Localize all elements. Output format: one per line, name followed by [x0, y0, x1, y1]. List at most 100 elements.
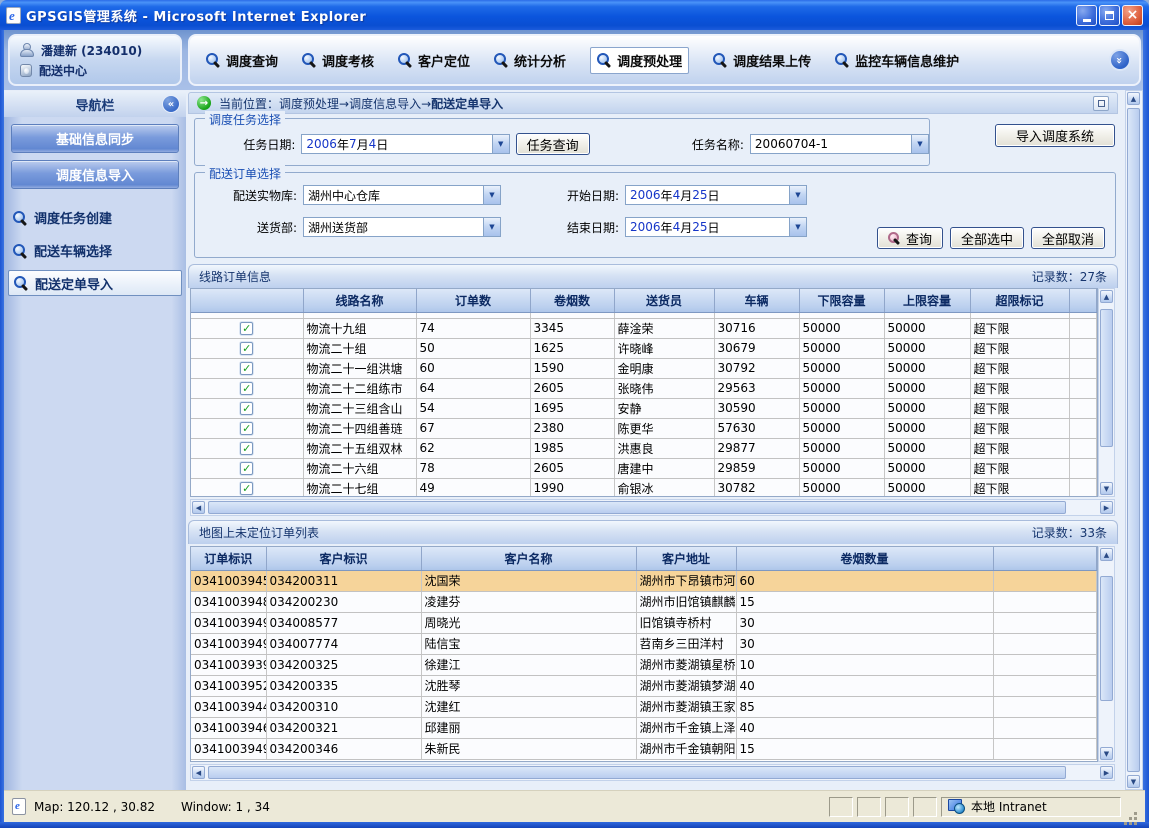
- scrollbar-thumb[interactable]: [1127, 108, 1140, 772]
- scrollbar-thumb[interactable]: [208, 766, 1066, 779]
- order-count-cell: 64: [416, 378, 530, 398]
- warehouse-combobox[interactable]: 湖州中心仓库 ▼: [303, 185, 501, 205]
- scroll-left-icon[interactable]: ◀: [192, 501, 205, 514]
- scrollbar-thumb[interactable]: [1100, 309, 1113, 447]
- unlocated-table-row[interactable]: 034100394690 034200321 邱建丽 湖州市千金镇上泽路 40: [191, 717, 1097, 738]
- top-menu-item[interactable]: 调度预处理: [590, 47, 689, 74]
- unlocated-table-row[interactable]: 034100394926 034200346 朱新民 湖州市千金镇朝阳路80号 …: [191, 738, 1097, 759]
- route-table-row[interactable]: ✓ 物流二十六组 78 2605 唐建中 29859 50000 50000 超…: [191, 458, 1097, 478]
- dropdown-arrow-icon[interactable]: ▼: [492, 135, 509, 153]
- dropdown-arrow-icon[interactable]: ▼: [911, 135, 928, 153]
- breadcrumb-current: 配送定单导入: [431, 97, 503, 111]
- route-table-row[interactable]: ✓ 物流二十七组 49 1990 俞银冰 30782 50000 50000 超…: [191, 478, 1097, 497]
- page-vertical-scrollbar[interactable]: ▲ ▼: [1125, 90, 1143, 790]
- top-menu-item[interactable]: 客户定位: [398, 51, 470, 70]
- scroll-up-icon[interactable]: ▲: [1100, 290, 1113, 303]
- top-menu-item[interactable]: 调度考核: [302, 51, 374, 70]
- top-menu-item[interactable]: 监控车辆信息维护: [835, 51, 959, 70]
- top-menu-item[interactable]: 统计分析: [494, 51, 566, 70]
- scroll-down-icon[interactable]: ▼: [1100, 747, 1113, 760]
- delivery-dept-label: 送货部:: [211, 219, 297, 236]
- customer-id-cell: 034200321: [266, 717, 421, 738]
- window-border-right: [1143, 30, 1149, 828]
- scroll-right-icon[interactable]: ▶: [1100, 766, 1113, 779]
- sidebar-collapse-button[interactable]: «: [162, 95, 180, 113]
- route-table-row[interactable]: ✓ 物流二十三组含山 54 1695 安静 30590 50000 50000 …: [191, 398, 1097, 418]
- scroll-right-icon[interactable]: ▶: [1100, 501, 1113, 514]
- sidebar-group-button[interactable]: 调度信息导入: [11, 160, 179, 189]
- sidebar-item[interactable]: 配送定单导入: [8, 270, 182, 296]
- scrollbar-thumb[interactable]: [208, 501, 1066, 514]
- row-checkbox[interactable]: ✓: [240, 382, 253, 395]
- dropdown-arrow-icon[interactable]: ▼: [789, 186, 806, 204]
- end-date-combobox[interactable]: 2006年 4月25日 ▼: [625, 217, 807, 237]
- unlocated-table-vertical-scrollbar[interactable]: ▲ ▼: [1098, 546, 1115, 762]
- scroll-up-icon[interactable]: ▲: [1127, 92, 1140, 105]
- scroll-up-icon[interactable]: ▲: [1100, 548, 1113, 561]
- sidebar-item[interactable]: 配送车辆选择: [4, 234, 186, 267]
- task-query-button[interactable]: 任务查询: [516, 133, 590, 155]
- top-menu-item[interactable]: 调度结果上传: [713, 51, 811, 70]
- query-button[interactable]: 查询: [877, 227, 943, 249]
- unlocated-table-row[interactable]: 034100394449 034200310 沈建红 湖州市菱湖镇王家墩村(菱湖…: [191, 696, 1097, 717]
- row-checkbox[interactable]: ✓: [240, 462, 253, 475]
- start-date-combobox[interactable]: 2006年 4月25日 ▼: [625, 185, 807, 205]
- more-menu-button[interactable]: »: [1109, 49, 1131, 71]
- cigarette-qty-cell: 40: [736, 675, 993, 696]
- row-checkbox[interactable]: ✓: [240, 402, 253, 415]
- sidebar-item[interactable]: 调度任务创建: [4, 201, 186, 234]
- dropdown-arrow-icon[interactable]: ▼: [789, 218, 806, 236]
- route-table-horizontal-scrollbar[interactable]: ◀ ▶: [190, 499, 1115, 516]
- scroll-down-icon[interactable]: ▼: [1100, 482, 1113, 495]
- customer-name-cell: 邱建丽: [421, 717, 636, 738]
- deselect-all-button[interactable]: 全部取消: [1031, 227, 1105, 249]
- route-table-vertical-scrollbar[interactable]: ▲ ▼: [1098, 288, 1115, 497]
- security-zone-label: 本地 Intranet: [971, 798, 1047, 815]
- unlocated-table-row[interactable]: 034100393970 034200325 徐建江 湖州市菱湖镇星桥路156号…: [191, 654, 1097, 675]
- order-id-cell: 034100394571: [191, 570, 266, 591]
- task-name-combobox[interactable]: 20060704-1 ▼: [750, 134, 929, 154]
- collapse-panel-button[interactable]: [1093, 96, 1109, 111]
- row-checkbox[interactable]: ✓: [240, 422, 253, 435]
- route-table-row[interactable]: ✓ 物流二十组 50 1625 许晓峰 30679 50000 50000 超下…: [191, 338, 1097, 358]
- select-all-button[interactable]: 全部选中: [950, 227, 1024, 249]
- scroll-down-icon[interactable]: ▼: [1127, 775, 1140, 788]
- scrollbar-thumb[interactable]: [1100, 576, 1113, 701]
- unlocated-table-row[interactable]: 034100394948 034007774 陆信宝 苕南乡三田洋村 30: [191, 633, 1097, 654]
- top-menu-item[interactable]: 调度查询: [206, 51, 278, 70]
- row-checkbox[interactable]: ✓: [240, 342, 253, 355]
- close-button[interactable]: ×: [1122, 5, 1143, 26]
- route-table-row[interactable]: ✓ 物流二十四组善琏 67 2380 陈更华 57630 50000 50000…: [191, 418, 1097, 438]
- lower-capacity-cell: 50000: [799, 378, 884, 398]
- unlocated-table-row[interactable]: 034100394923 034008577 周晓光 旧馆镇寺桥村 30: [191, 612, 1097, 633]
- scroll-left-icon[interactable]: ◀: [192, 766, 205, 779]
- unlocated-table-row[interactable]: 034100394876 034200230 凌建芬 湖州市旧馆镇麒麟村北凌家兜…: [191, 591, 1097, 612]
- customer-address-cell: 湖州市菱湖镇梦湖街: [636, 675, 736, 696]
- route-table-row[interactable]: ✓ 物流二十五组双林 62 1985 洪惠良 29877 50000 50000…: [191, 438, 1097, 458]
- task-date-combobox[interactable]: 2006年 7月 4日 ▼: [301, 134, 509, 154]
- row-checkbox[interactable]: ✓: [240, 362, 253, 375]
- unlocated-table-row[interactable]: 034100394571 034200311 沈国荣 湖州市下昂镇市河路17号 …: [191, 570, 1097, 591]
- delivery-dept-combobox[interactable]: 湖州送货部 ▼: [303, 217, 501, 237]
- task-date-value: 2006年 7月 4日: [302, 135, 491, 153]
- limit-flag-cell: 超下限: [970, 378, 1069, 398]
- warehouse-label: 配送实物库:: [211, 187, 297, 204]
- route-table-row[interactable]: ✓ 物流十九组 74 3345 薛淦荣 30716 50000 50000 超下…: [191, 318, 1097, 338]
- resize-grip[interactable]: [1125, 797, 1139, 817]
- import-to-dispatch-button[interactable]: 导入调度系统: [995, 124, 1115, 147]
- unlocated-table-row[interactable]: 034100395254 034200335 沈胜琴 湖州市菱湖镇梦湖街 40: [191, 675, 1097, 696]
- row-checkbox[interactable]: ✓: [240, 322, 253, 335]
- unlocated-table-horizontal-scrollbar[interactable]: ◀ ▶: [190, 764, 1115, 781]
- route-table-row[interactable]: ✓ 物流二十二组练市 64 2605 张晓伟 29563 50000 50000…: [191, 378, 1097, 398]
- row-checkbox[interactable]: ✓: [240, 482, 253, 495]
- route-table-row[interactable]: ✓ 物流二十一组洪塘 60 1590 金明康 30792 50000 50000…: [191, 358, 1097, 378]
- dropdown-arrow-icon[interactable]: ▼: [483, 186, 500, 204]
- dropdown-arrow-icon[interactable]: ▼: [483, 218, 500, 236]
- sidebar-group-button[interactable]: 基础信息同步: [11, 124, 179, 153]
- maximize-button[interactable]: [1099, 5, 1120, 26]
- cigarette-qty-cell: 15: [736, 591, 993, 612]
- minimize-button[interactable]: [1076, 5, 1097, 26]
- unlocated-table-column-header: 客户地址: [636, 547, 736, 570]
- status-pane: [885, 797, 909, 817]
- row-checkbox[interactable]: ✓: [240, 442, 253, 455]
